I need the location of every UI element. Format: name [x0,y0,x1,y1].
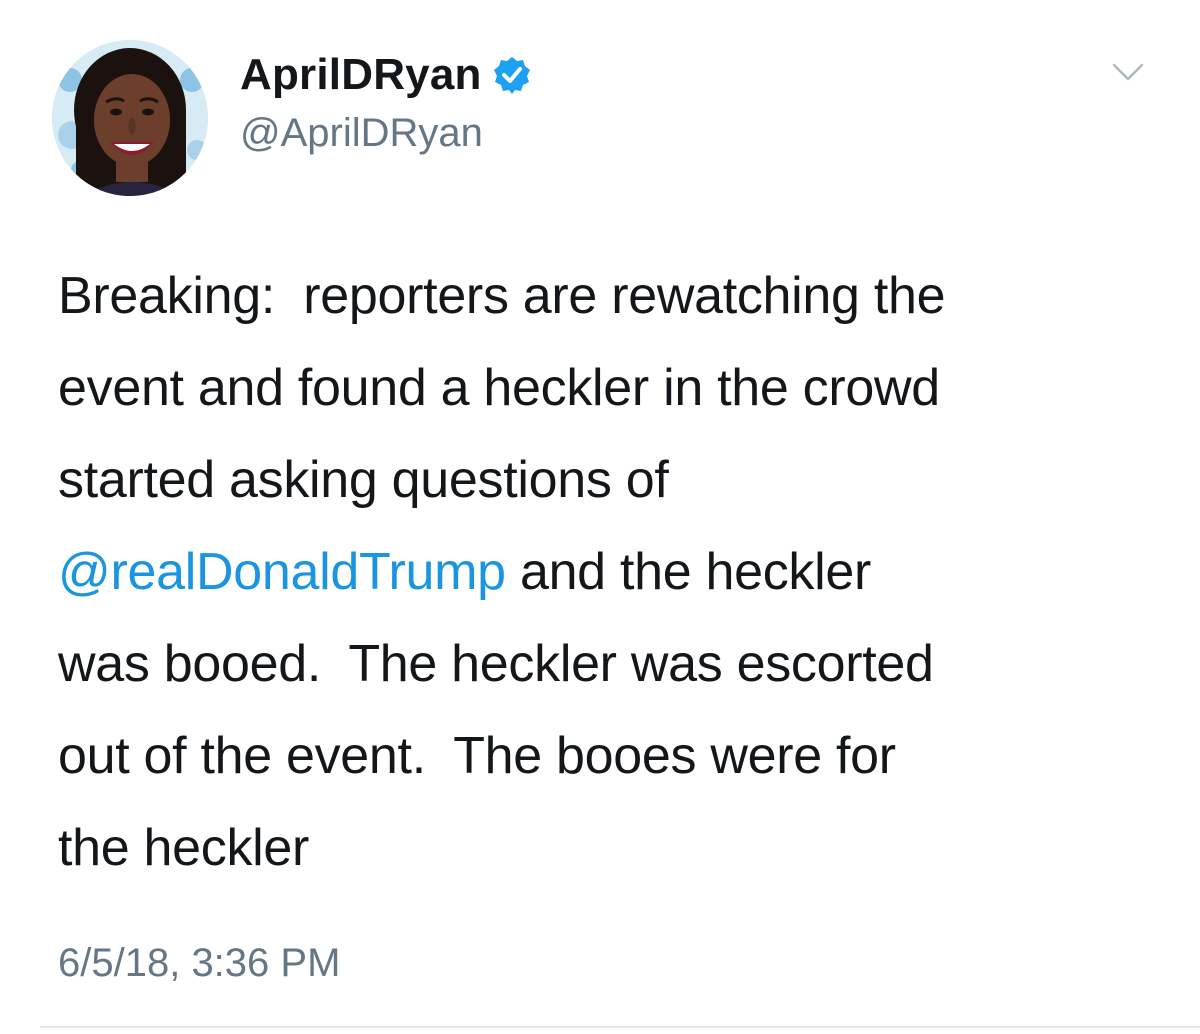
tweet-card: AprilDRyan @AprilDRyan Breaking: reporte… [0,0,1200,1034]
verified-badge-icon [492,55,532,95]
timestamp[interactable]: 6/5/18, 3:36 PM [58,938,340,988]
tweet-text-part: Breaking: reporters are rewatching the e… [58,267,946,509]
display-name[interactable]: AprilDRyan [240,50,482,100]
avatar[interactable] [52,40,208,196]
divider [40,1026,1200,1028]
chevron-down-icon[interactable] [1110,60,1146,84]
profile-photo-icon [52,40,208,196]
tweet-text: Breaking: reporters are rewatching the e… [58,250,1168,894]
author-name-row: AprilDRyan [240,50,532,100]
handle[interactable]: @AprilDRyan [240,110,483,156]
mention-link[interactable]: @realDonaldTrump [58,543,506,601]
